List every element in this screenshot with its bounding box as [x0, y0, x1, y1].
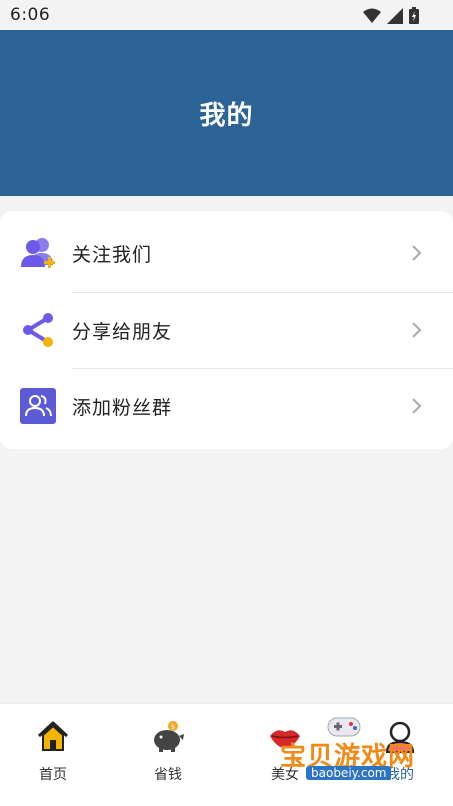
page-title: 我的: [199, 100, 254, 131]
menu-item-label: 关注我们: [72, 244, 153, 266]
piggy-bank-icon: $: [154, 721, 184, 752]
status-time: 6:06: [10, 5, 51, 25]
home-icon: [37, 721, 69, 751]
chevron-right-icon: [412, 322, 422, 338]
menu-item-label: 分享给朋友: [72, 321, 173, 343]
svg-text:$: $: [171, 723, 175, 731]
menu-item-label: 添加粉丝群: [72, 397, 173, 419]
follow-users-icon: [21, 238, 55, 268]
battery-icon: [409, 7, 419, 24]
profile-icon: [385, 721, 415, 753]
nav-label: 我的: [386, 767, 414, 783]
chevron-right-icon: [412, 398, 422, 414]
menu-item-fan-group[interactable]: 添加粉丝群: [0, 368, 453, 444]
nav-label: 省钱: [154, 767, 182, 783]
nav-item-mine[interactable]: 我的: [360, 720, 440, 790]
menu-card: 关注我们 分享给朋友 添加粉丝群: [0, 211, 453, 449]
status-icons: [363, 7, 419, 24]
lips-icon: [270, 730, 300, 748]
menu-item-share[interactable]: 分享给朋友: [0, 292, 453, 368]
page-header: 我的: [0, 30, 453, 196]
nav-item-beauty[interactable]: 美女: [245, 720, 325, 790]
fan-group-icon: [20, 388, 56, 424]
chevron-right-icon: [412, 245, 422, 261]
share-icon: [23, 313, 53, 347]
nav-item-home[interactable]: 首页: [13, 720, 93, 790]
nav-label: 美女: [271, 767, 299, 783]
signal-icon: [387, 7, 403, 24]
bottom-nav: 首页 $ 省钱 美女 我的: [0, 703, 453, 806]
wifi-icon: [363, 8, 381, 23]
nav-label: 首页: [39, 767, 67, 783]
status-bar: 6:06: [0, 0, 453, 30]
nav-item-save-money[interactable]: $ 省钱: [128, 720, 208, 790]
menu-item-follow-us[interactable]: 关注我们: [0, 215, 453, 291]
